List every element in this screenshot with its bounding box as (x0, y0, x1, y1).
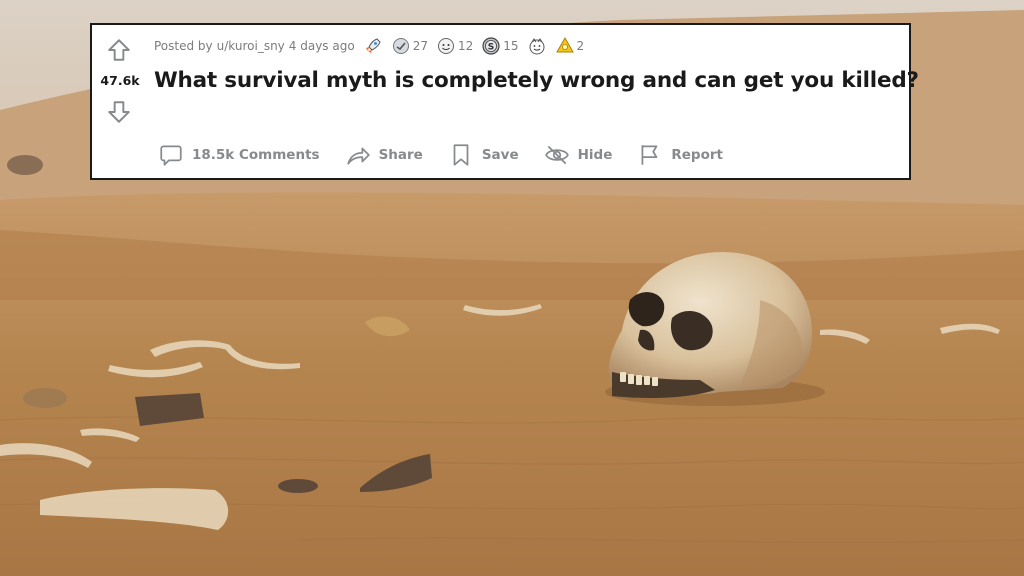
award-rocket[interactable] (363, 36, 383, 56)
share-icon (346, 147, 370, 165)
award-gold[interactable]: 2 (555, 36, 584, 56)
award-helpful[interactable]: 27 (391, 36, 428, 56)
post-actions-bar: 18.5k Comments Share Save Hide Report (158, 137, 748, 173)
post-meta-line: Posted by u/kuroi_sny 4 days ago 27 12 S… (154, 35, 584, 57)
hide-button[interactable]: Hide (544, 142, 613, 168)
helpful-award-icon (392, 38, 409, 54)
flag-icon (641, 145, 658, 165)
rocket-award-icon (365, 38, 381, 53)
silver-award-icon: S (482, 37, 500, 55)
upvote-arrow-icon[interactable] (106, 37, 132, 63)
eye-slash-icon (544, 145, 569, 165)
hide-label: Hide (577, 147, 613, 163)
award-wholesome-seal[interactable] (527, 36, 547, 56)
vote-score: 47.6k (100, 73, 140, 88)
author-link[interactable]: u/kuroi_sny (217, 39, 285, 53)
gold-award-icon (555, 36, 574, 53)
svg-text:S: S (488, 43, 494, 53)
comments-label: 18.5k Comments (192, 147, 320, 163)
reddit-post-card: 47.6k Posted by u/kuroi_sny 4 days ago 2… (90, 23, 919, 180)
report-button[interactable]: Report (637, 142, 723, 168)
downvote-arrow-icon[interactable] (106, 99, 132, 125)
bookmark-icon (453, 144, 469, 166)
share-label: Share (378, 147, 423, 163)
vote-column: 47.6k (92, 25, 148, 178)
post-title[interactable]: What survival myth is completely wrong a… (154, 68, 919, 93)
save-label: Save (481, 147, 519, 163)
save-button[interactable]: Save (448, 142, 519, 168)
comment-icon (160, 145, 182, 166)
posted-by-label: Posted by (154, 39, 213, 53)
post-age: 4 days ago (288, 39, 355, 53)
wholesome-award-icon (437, 38, 454, 54)
award-silver[interactable]: S 15 (481, 36, 519, 56)
comments-button[interactable]: 18.5k Comments (158, 142, 320, 168)
share-button[interactable]: Share (345, 142, 423, 168)
report-label: Report (671, 147, 723, 163)
award-wholesome[interactable]: 12 (436, 36, 473, 56)
wholesome-seal-award-icon (529, 38, 545, 55)
